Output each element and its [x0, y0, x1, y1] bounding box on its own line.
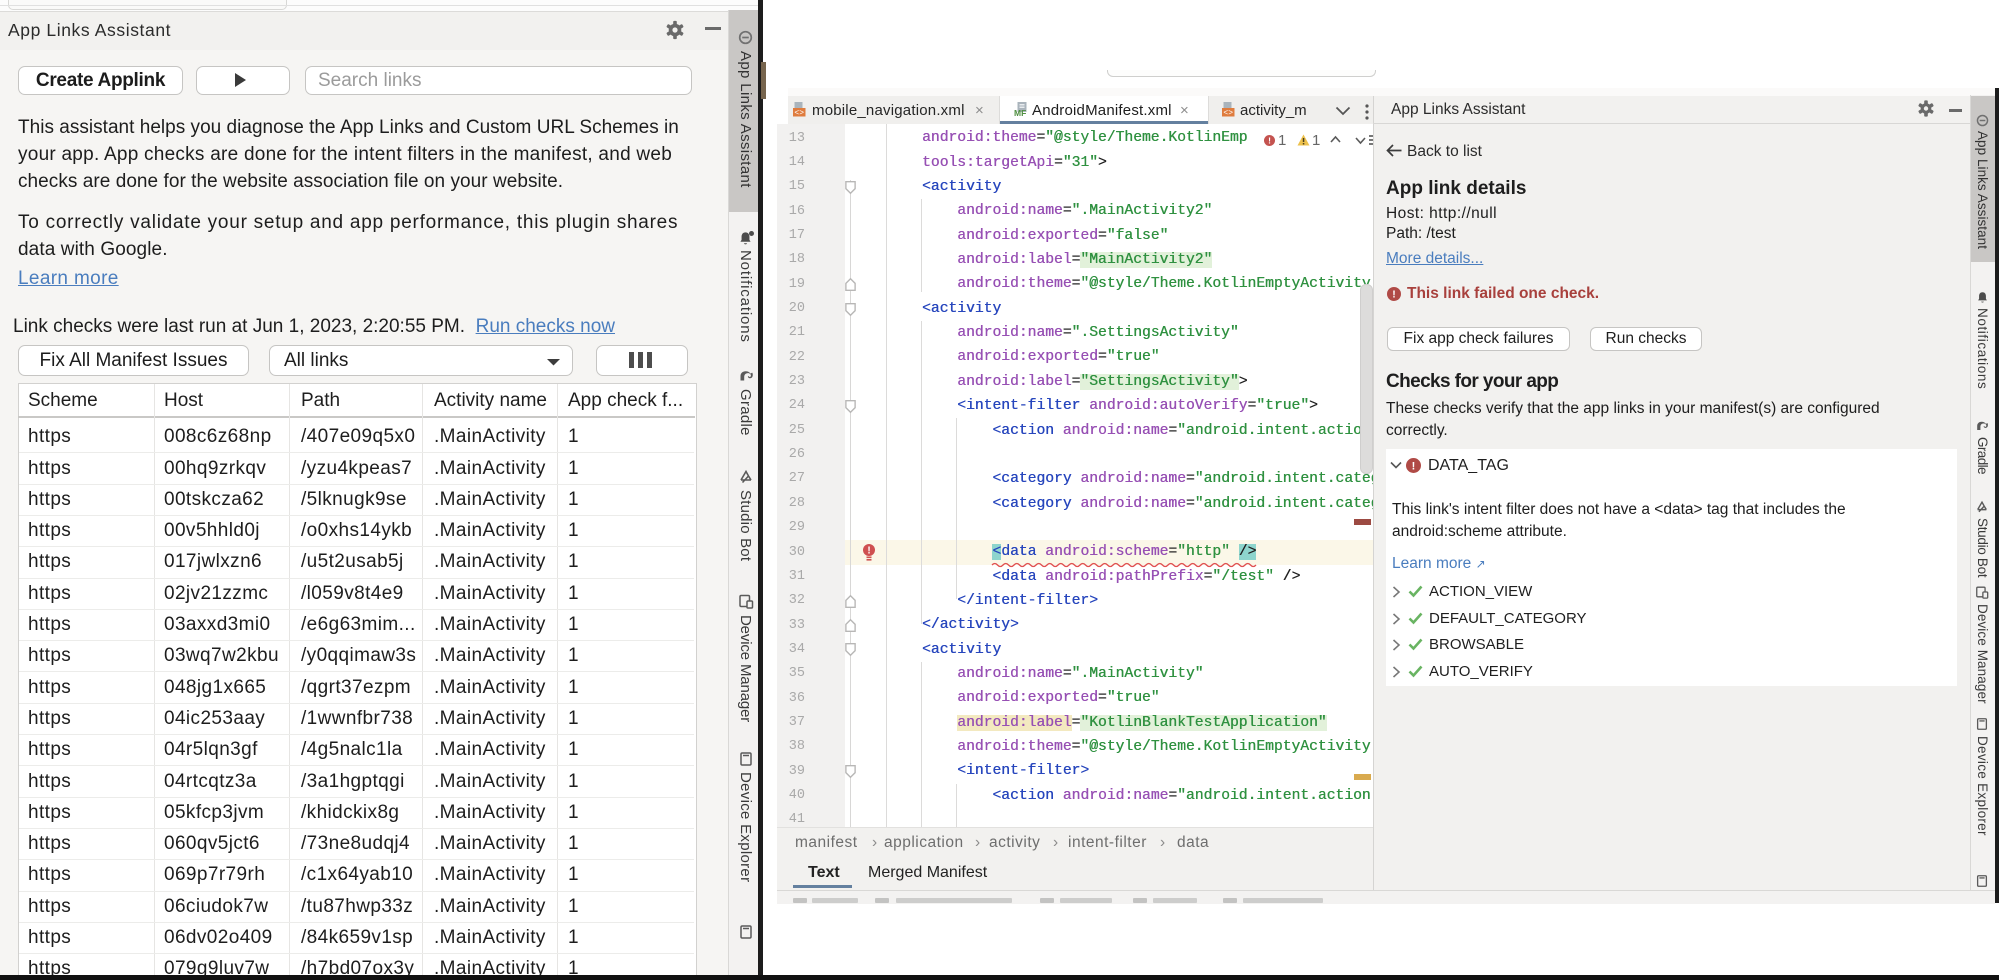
svg-text:!: ! [1392, 289, 1396, 301]
svg-text:!: ! [1412, 460, 1416, 472]
